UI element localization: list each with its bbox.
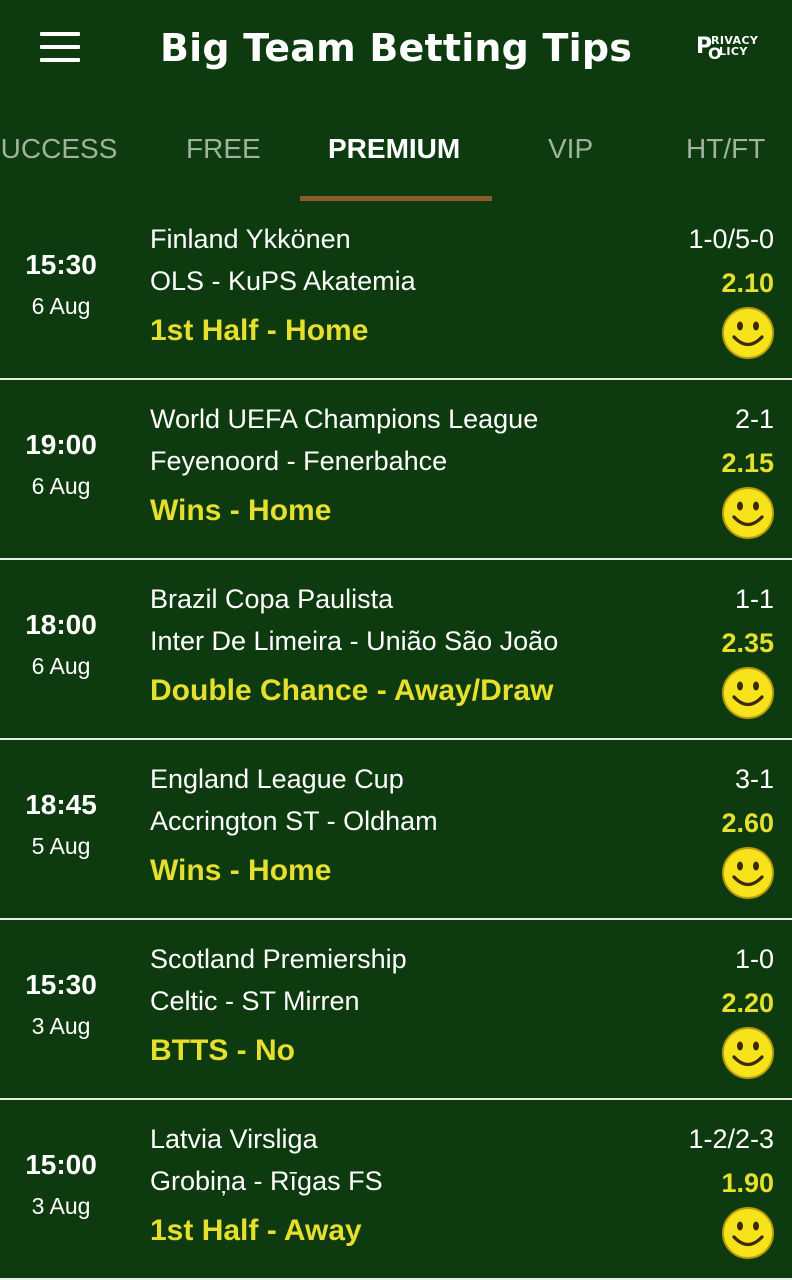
tip-prediction: BTTS - No <box>150 1034 295 1067</box>
row-divider <box>0 918 792 920</box>
smile-icon <box>722 1027 774 1079</box>
tip-date: 6 Aug <box>31 293 91 319</box>
tip-row[interactable]: 15:30 3 Aug Scotland Premiership Celtic … <box>0 922 792 1100</box>
smile-icon <box>722 307 774 359</box>
tip-row[interactable]: 19:00 6 Aug World UEFA Champions League … <box>0 382 792 560</box>
tip-prediction: Wins - Home <box>150 854 332 887</box>
tip-odds: 2.60 <box>721 808 774 838</box>
tip-score: 3-1 <box>734 764 774 794</box>
tip-prediction: 1st Half - Away <box>150 1214 362 1247</box>
tab-success[interactable]: SUCCESS <box>0 132 117 166</box>
tip-score: 1-2/2-3 <box>688 1124 774 1154</box>
tip-league: Brazil Copa Paulista <box>150 584 394 614</box>
tip-prediction: Double Chance - Away/Draw <box>150 674 554 707</box>
tip-row[interactable]: 15:30 6 Aug Finland Ykkönen OLS - KuPS A… <box>0 202 792 380</box>
smile-icon <box>722 487 774 539</box>
tab-bar: SUCCESS FREE PREMIUM VIP HT/FT <box>0 96 792 202</box>
active-tab-indicator <box>300 196 492 201</box>
tip-prediction: 1st Half - Home <box>150 314 369 347</box>
tip-match: Inter De Limeira - União São João <box>150 626 559 656</box>
privacy-policy-button[interactable]: P RIVACY O LICY <box>694 32 770 64</box>
tab-premium[interactable]: PREMIUM <box>328 132 460 166</box>
tip-prediction: Wins - Home <box>150 494 332 527</box>
tip-row[interactable]: 15:00 3 Aug Latvia Virsliga Grobiņa - Rī… <box>0 1102 792 1280</box>
tip-score: 1-1 <box>734 584 774 614</box>
tab-free[interactable]: FREE <box>186 132 261 166</box>
tip-odds: 2.10 <box>721 268 774 298</box>
row-divider <box>0 558 792 560</box>
tip-time: 19:00 <box>25 429 97 460</box>
tip-match: Accrington ST - Oldham <box>150 806 438 836</box>
tip-league: World UEFA Champions League <box>150 404 539 434</box>
menu-icon[interactable] <box>36 30 86 66</box>
tip-date: 6 Aug <box>31 473 91 499</box>
tip-score: 2-1 <box>734 404 774 434</box>
tip-date: 3 Aug <box>31 1013 91 1039</box>
tip-score: 1-0/5-0 <box>688 224 774 254</box>
tip-date: 6 Aug <box>31 653 91 679</box>
app-title: Big Team Betting Tips <box>160 26 633 70</box>
tip-match: OLS - KuPS Akatemia <box>150 266 416 296</box>
tab-ht-ft[interactable]: HT/FT <box>686 132 765 166</box>
tip-match: Grobiņa - Rīgas FS <box>150 1166 383 1196</box>
tip-time: 15:00 <box>25 1149 97 1180</box>
tip-time: 15:30 <box>25 249 97 280</box>
smile-icon <box>722 667 774 719</box>
tip-time: 18:00 <box>25 609 97 640</box>
tip-league: Finland Ykkönen <box>150 224 351 254</box>
tip-odds: 1.90 <box>721 1168 774 1198</box>
tip-odds: 2.15 <box>721 448 774 478</box>
tip-time: 15:30 <box>25 969 97 1000</box>
tip-odds: 2.20 <box>721 988 774 1018</box>
row-divider <box>0 1098 792 1100</box>
tip-score: 1-0 <box>734 944 774 974</box>
tip-league: Latvia Virsliga <box>150 1124 318 1154</box>
tip-date: 3 Aug <box>31 1193 91 1219</box>
tip-row[interactable]: 18:45 5 Aug England League Cup Accringto… <box>0 742 792 920</box>
row-divider <box>0 738 792 740</box>
tip-match: Feyenoord - Fenerbahce <box>150 446 448 476</box>
tip-row[interactable]: 18:00 6 Aug Brazil Copa Paulista Inter D… <box>0 562 792 740</box>
tip-match: Celtic - ST Mirren <box>150 986 360 1016</box>
app-bar: Big Team Betting Tips P RIVACY O LICY <box>0 0 792 96</box>
tip-time: 18:45 <box>25 789 97 820</box>
smile-icon <box>722 847 774 899</box>
smile-icon <box>722 1207 774 1259</box>
tip-odds: 2.35 <box>721 628 774 658</box>
tip-date: 5 Aug <box>31 833 91 859</box>
tab-vip[interactable]: VIP <box>548 132 593 166</box>
tip-league: England League Cup <box>150 764 404 794</box>
tip-league: Scotland Premiership <box>150 944 407 974</box>
row-divider <box>0 378 792 380</box>
